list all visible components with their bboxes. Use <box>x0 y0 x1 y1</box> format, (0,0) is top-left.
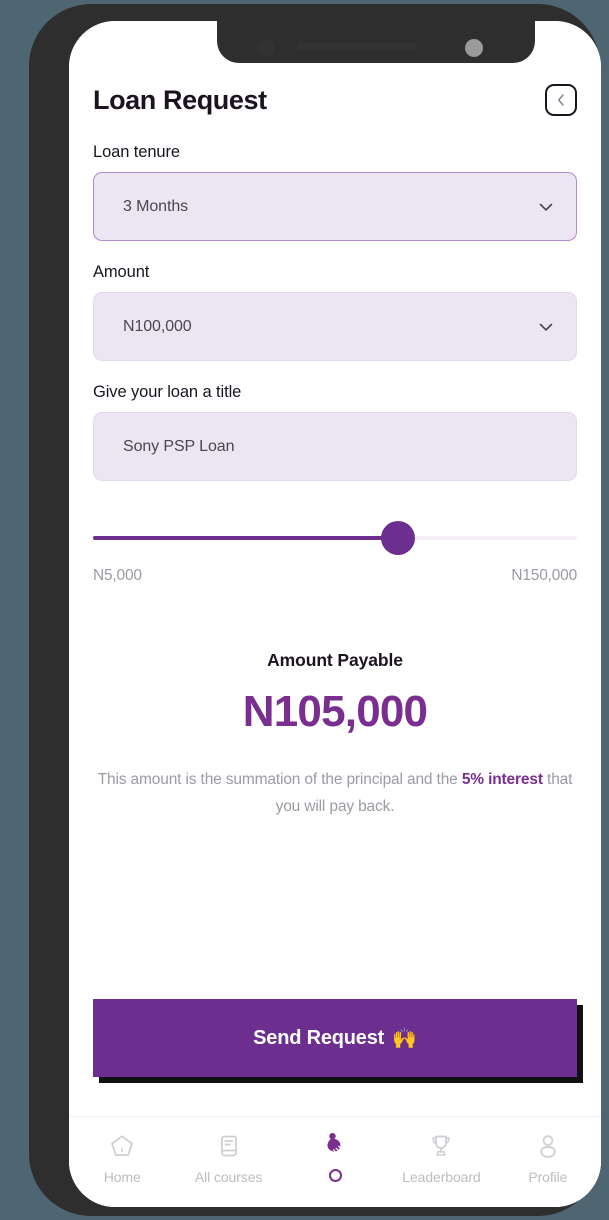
chevron-down-icon <box>539 203 553 211</box>
interest-rate-highlight: 5% interest <box>461 771 543 788</box>
nav-label-all-courses: All courses <box>194 1169 263 1185</box>
loan-title-input[interactable]: Sony PSP Loan <box>93 412 577 481</box>
send-request-label: Send Request <box>253 1026 385 1049</box>
slider-min-label: N5,000 <box>93 567 142 584</box>
nav-label-leaderboard: Leaderboard <box>402 1169 481 1185</box>
amount-value: N100,000 <box>123 317 192 335</box>
phone-screen: Loan Request Loan tenure 3 Months Amount… <box>69 21 601 1207</box>
loan-tenure-group: Loan tenure 3 Months <box>93 143 577 241</box>
slider-thumb[interactable] <box>380 521 415 555</box>
slider-max-label: N150,000 <box>511 567 577 584</box>
note-part-1: This amount is the summation of the prin… <box>97 771 462 788</box>
amount-label: Amount <box>93 263 150 281</box>
loan-tenure-label: Loan tenure <box>93 143 180 161</box>
nav-item-all-courses[interactable]: All courses <box>175 1131 281 1185</box>
back-button[interactable] <box>545 84 577 116</box>
send-request-button[interactable]: Send Request 🙌 <box>93 999 577 1077</box>
chevron-down-icon <box>539 323 553 331</box>
loan-tenure-select[interactable]: 3 Months <box>93 172 577 241</box>
loan-title-value: Sony PSP Loan <box>123 437 235 455</box>
amount-select[interactable]: N100,000 <box>93 292 577 361</box>
sensor-dot-icon <box>259 40 275 56</box>
page-title: Loan Request <box>93 84 267 115</box>
slider-range-labels: N5,000 N150,000 <box>93 567 577 585</box>
home-icon <box>108 1131 136 1161</box>
send-request-wrap: Send Request 🙌 <box>93 999 583 1083</box>
phone-frame: Loan Request Loan tenure 3 Months Amount… <box>29 4 601 1216</box>
nav-item-profile[interactable]: Profile <box>495 1131 601 1185</box>
slider-fill <box>93 536 398 540</box>
loan-title-label: Give your loan a title <box>93 383 242 401</box>
nav-active-indicator <box>328 1169 342 1182</box>
device-notch <box>217 21 535 63</box>
nav-item-home[interactable]: Home <box>69 1131 175 1185</box>
person-icon <box>534 1131 562 1161</box>
amount-group: Amount N100,000 <box>93 263 577 361</box>
amount-payable-note: This amount is the summation of the prin… <box>93 767 577 820</box>
bottom-navigation: Home All courses Leaderboard Profile <box>69 1116 601 1207</box>
amount-payable-title: Amount Payable <box>267 650 403 670</box>
nav-item-leaderboard[interactable]: Leaderboard <box>388 1131 494 1185</box>
earpiece-speaker <box>297 43 417 50</box>
trophy-icon <box>427 1131 455 1161</box>
amount-payable-section: Amount Payable N105,000 This amount is t… <box>93 650 577 820</box>
camera-dot-icon <box>465 39 483 57</box>
amount-slider[interactable] <box>93 521 577 555</box>
raised-hands-icon: 🙌 <box>392 1027 417 1050</box>
app-screen: Loan Request Loan tenure 3 Months Amount… <box>69 21 601 1207</box>
loan-title-group: Give your loan a title Sony PSP Loan <box>93 383 577 481</box>
nav-item-loans[interactable] <box>282 1131 388 1182</box>
loan-request-form: Loan Request Loan tenure 3 Months Amount… <box>69 21 601 1116</box>
amount-payable-value: N105,000 <box>242 687 428 736</box>
loan-tenure-value: 3 Months <box>123 197 189 215</box>
chevron-left-icon <box>558 94 564 106</box>
book-icon <box>215 1131 243 1161</box>
hand-coins-icon <box>321 1131 349 1161</box>
nav-label-home: Home <box>103 1169 141 1185</box>
nav-label-profile: Profile <box>528 1169 568 1185</box>
